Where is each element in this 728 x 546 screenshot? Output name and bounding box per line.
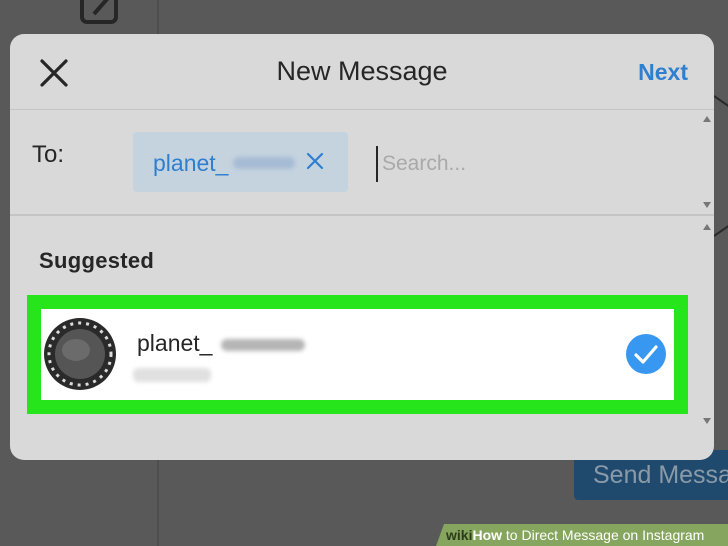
avatar — [44, 318, 116, 390]
compose-icon — [80, 0, 118, 24]
watermark: wikiHow to Direct Message on Instagram — [436, 524, 728, 546]
new-message-dialog: New Message Next To: planet_ Suggested — [10, 34, 714, 460]
redacted-text — [133, 368, 211, 382]
recipient-chip[interactable]: planet_ — [133, 132, 348, 192]
recipient-row: To: planet_ — [10, 110, 714, 214]
suggested-heading: Suggested — [39, 248, 155, 273]
recipient-divider — [10, 214, 714, 216]
scrollbar[interactable] — [700, 216, 714, 460]
redacted-text — [233, 157, 295, 169]
to-label: To: — [32, 141, 65, 168]
dialog-title: New Message — [276, 56, 448, 86]
redacted-text — [221, 339, 305, 351]
search-input[interactable] — [376, 146, 684, 182]
watermark-text: to Direct Message on Instagram — [502, 527, 705, 543]
background-shape — [713, 95, 728, 237]
watermark-brand: wiki — [446, 527, 473, 543]
remove-recipient-icon[interactable] — [303, 149, 327, 173]
dialog-header: New Message Next — [10, 34, 714, 109]
selected-check-icon[interactable] — [625, 333, 667, 375]
suggestion-username: planet_ — [137, 330, 213, 356]
recipient-chip-username: planet_ — [153, 150, 229, 176]
highlight-frame: planet_ — [27, 295, 688, 414]
suggestion-item[interactable]: planet_ — [41, 309, 674, 400]
watermark-how: How — [472, 527, 503, 543]
next-button[interactable]: Next — [638, 59, 688, 86]
scrollbar[interactable] — [700, 110, 714, 214]
